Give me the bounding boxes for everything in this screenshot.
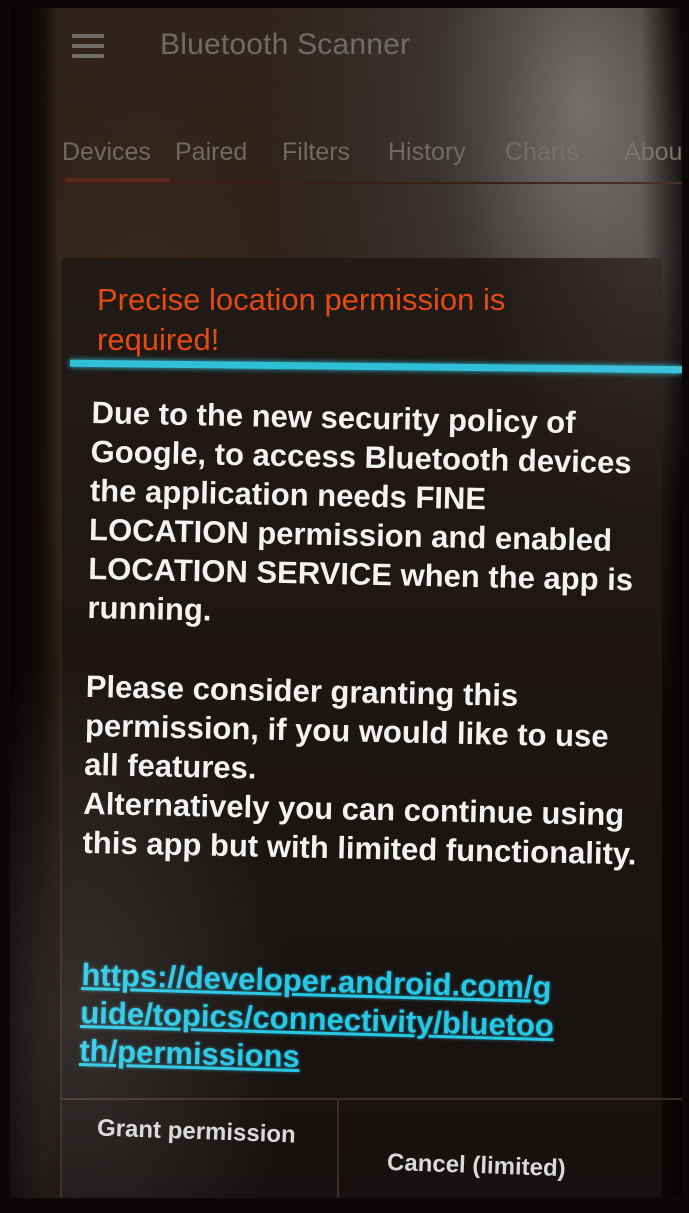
- phone-screen: Bluetooth Scanner Devices Paired Filters…: [10, 8, 682, 1198]
- tab-filters[interactable]: Filters: [282, 138, 350, 167]
- button-divider: [337, 1100, 339, 1198]
- grant-permission-button[interactable]: Grant permission: [97, 1115, 297, 1150]
- cancel-limited-button[interactable]: Cancel (limited): [387, 1149, 567, 1183]
- dialog-title: Precise location permission is required!: [97, 282, 506, 357]
- phone-bezel: [10, 8, 58, 1198]
- tab-devices[interactable]: Devices: [62, 138, 151, 167]
- app-bar: Bluetooth Scanner: [10, 8, 682, 96]
- dialog-message: Due to the new security policy of Google…: [82, 393, 652, 874]
- permissions-doc-link[interactable]: https://developer.android.com/guide/topi…: [79, 956, 562, 1083]
- dialog-title-divider: [69, 359, 682, 374]
- dialog-message-paragraph: Due to the new security policy of Google…: [87, 394, 634, 628]
- dialog-actions: Grant permission Cancel (limited): [62, 1098, 682, 1198]
- tab-charts[interactable]: Charts: [505, 138, 579, 167]
- dialog-message-paragraph: Alternatively you can continue using thi…: [82, 785, 637, 872]
- permission-dialog: Precise location permission is required!…: [60, 258, 682, 1198]
- menu-icon[interactable]: [72, 34, 104, 60]
- app-title: Bluetooth Scanner: [160, 28, 411, 61]
- tab-about[interactable]: Abou: [624, 138, 682, 167]
- tab-history[interactable]: History: [388, 138, 466, 167]
- dialog-message-paragraph: Please consider granting this permission…: [83, 668, 609, 786]
- tab-bar: Devices Paired Filters History Charts Ab…: [10, 120, 682, 184]
- tab-bar-divider: [60, 182, 682, 184]
- tab-paired[interactable]: Paired: [175, 138, 247, 167]
